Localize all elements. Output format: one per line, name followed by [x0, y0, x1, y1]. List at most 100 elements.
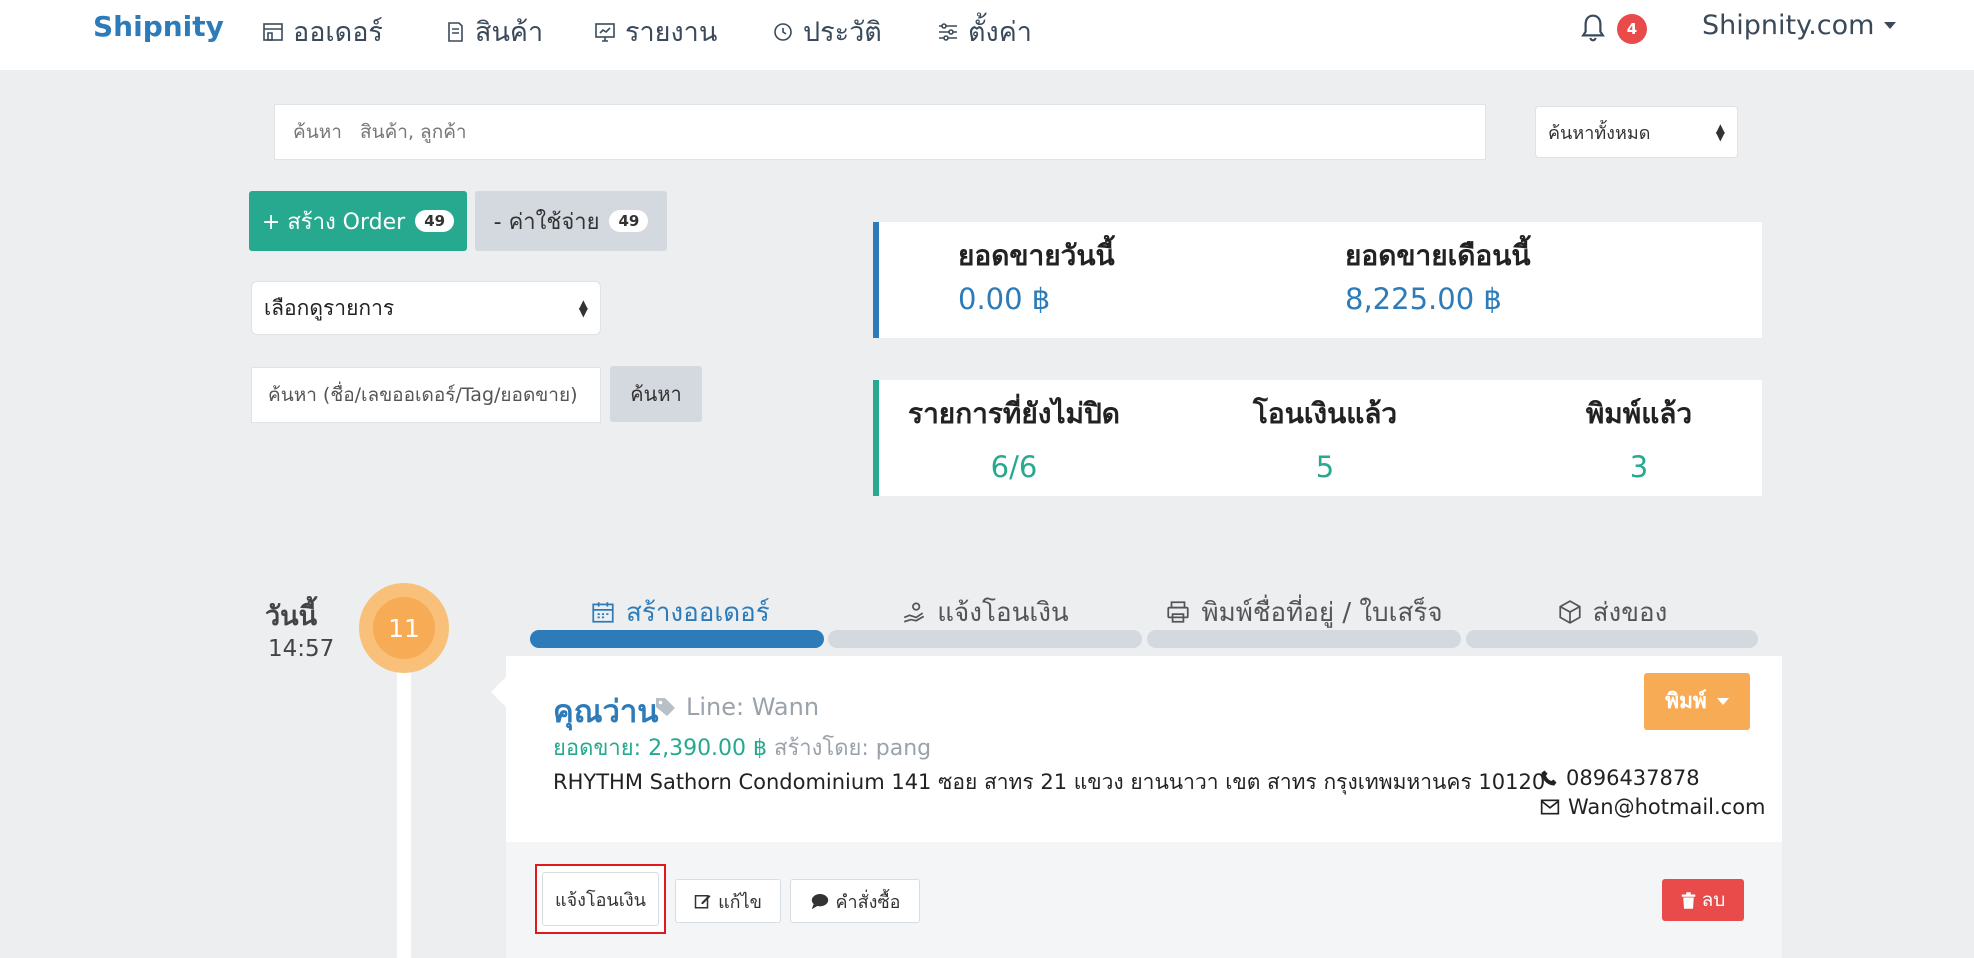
store-icon	[263, 22, 283, 41]
chevron-down-icon	[1884, 22, 1897, 29]
step-notify-payment[interactable]: แจ้งโอนเงิน	[828, 592, 1142, 632]
account-name: Shipnity.com	[1702, 10, 1875, 41]
nav-settings-label: ตั้งค่า	[968, 17, 1032, 48]
timeline-line	[397, 660, 411, 958]
updown-arrow-icon: ▲ ▼	[578, 297, 588, 319]
notification-badge: 4	[1617, 14, 1647, 44]
view-filter-select[interactable]: เลือกดูรายการ ▲ ▼	[251, 281, 601, 335]
create-order-count: 49	[415, 210, 455, 232]
order-created-by: สร้างโดย: pang	[774, 736, 932, 761]
step-ship[interactable]: ส่งของ	[1466, 592, 1758, 632]
sales-month-label: ยอดขายเดือนนี้	[1345, 239, 1531, 272]
step-progress-notify	[828, 630, 1142, 648]
step-print-address-label: พิมพ์ชื่อที่อยู่ / ใบเสร็จ	[1201, 597, 1443, 628]
timeline-day-label: วันนี้	[265, 601, 318, 632]
order-search-placeholder: ค้นหา (ชื่อ/เลขออเดอร์/Tag/ยอดขาย)	[268, 384, 578, 406]
chevron-down-icon	[1716, 698, 1729, 705]
status-open[interactable]: รายการที่ยังไม่ปิด 6/6	[899, 392, 1129, 484]
phone-icon	[1541, 770, 1557, 786]
order-phone: 0896437878	[1540, 766, 1700, 790]
notify-payment-button[interactable]: แจ้งโอนเงิน	[542, 872, 659, 926]
nav-products-label: สินค้า	[475, 17, 544, 48]
status-open-label: รายการที่ยังไม่ปิด	[908, 397, 1120, 430]
status-paid-label: โอนเงินแล้ว	[1252, 397, 1398, 430]
step-progress-ship	[1466, 630, 1758, 648]
status-paid-value: 5	[1315, 450, 1335, 484]
create-order-label: + สร้าง Order	[261, 209, 406, 235]
order-sale-line: ยอดขาย: 2,390.00 ฿ สร้างโดย: pang	[553, 730, 931, 765]
customer-tag-text: Line: Wann	[686, 693, 820, 721]
search-scope-select[interactable]: ค้นหาทั้งหมด ▲ ▼	[1535, 106, 1738, 158]
brand-logo[interactable]: Shipnity	[93, 10, 224, 43]
sales-today-value: 0.00 ฿	[958, 282, 1051, 316]
timeline-time: 14:57	[268, 636, 335, 662]
timeline-day-circle: 11	[359, 583, 449, 673]
order-email: Wan@hotmail.com	[1540, 795, 1766, 819]
status-printed-label: พิมพ์แล้ว	[1585, 397, 1693, 430]
expense-label: - ค่าใช้จ่าย	[493, 209, 600, 235]
edit-button-label: แก้ไข	[718, 891, 762, 913]
nav-reports-label: รายงาน	[625, 17, 718, 48]
notify-payment-highlight: แจ้งโอนเงิน	[535, 864, 666, 934]
status-printed[interactable]: พิมพ์แล้ว 3	[1559, 392, 1719, 484]
nav-history-label: ประวัติ	[803, 17, 882, 48]
nav-reports[interactable]: รายงาน	[593, 10, 717, 53]
order-address: RHYTHM Sathorn Condominium 141 ซอย สาทร …	[553, 770, 1546, 794]
order-sale-amount: ยอดขาย: 2,390.00 ฿	[553, 736, 768, 761]
sliders-icon	[939, 22, 957, 41]
order-phone-number: 0896437878	[1566, 766, 1700, 790]
step-print-address[interactable]: พิมพ์ชื่อที่อยู่ / ใบเสร็จ	[1147, 592, 1461, 632]
sales-today-label: ยอดขายวันนี้	[958, 239, 1115, 272]
delete-button-label: ลบ	[1701, 889, 1726, 911]
step-ship-label: ส่งของ	[1592, 597, 1668, 628]
sales-summary-panel: ยอดขายวันนี้ 0.00 ฿ ยอดขายเดือนนี้ 8,225…	[873, 222, 1762, 338]
global-search-input[interactable]: ค้นหา สินค้า, ลูกค้า	[274, 104, 1486, 160]
step-progress-create	[530, 630, 824, 648]
purchase-order-button[interactable]: คำสั่งซื้อ	[790, 879, 920, 923]
calendar-icon	[592, 602, 614, 623]
nav-history[interactable]: ประวัติ	[771, 10, 882, 53]
edit-button[interactable]: แก้ไข	[675, 879, 781, 923]
status-paid[interactable]: โอนเงินแล้ว 5	[1225, 392, 1425, 484]
updown-arrow-icon: ▲ ▼	[1715, 121, 1725, 143]
hand-money-icon	[904, 602, 925, 623]
nav-orders[interactable]: ออเดอร์	[261, 10, 383, 53]
sales-month-value: 8,225.00 ฿	[1345, 282, 1502, 316]
timeline-day-number: 11	[373, 597, 435, 659]
search-scope-value: ค้นหาทั้งหมด	[1548, 122, 1651, 144]
delete-button[interactable]: ลบ	[1662, 879, 1744, 921]
nav-products[interactable]: สินค้า	[443, 10, 543, 53]
step-progress-print	[1147, 630, 1461, 648]
status-open-value: 6/6	[990, 450, 1038, 484]
customer-name[interactable]: คุณว่าน	[553, 686, 659, 736]
edit-icon	[694, 895, 711, 909]
print-dropdown-button[interactable]: พิมพ์	[1644, 673, 1750, 730]
step-create-order-label: สร้างออเดอร์	[626, 597, 770, 628]
envelope-icon	[1540, 799, 1560, 815]
create-order-button[interactable]: + สร้าง Order 49	[249, 191, 467, 251]
global-search-placeholder: ค้นหา สินค้า, ลูกค้า	[293, 121, 467, 143]
tag-icon	[656, 698, 675, 716]
account-menu[interactable]: Shipnity.com	[1702, 10, 1897, 41]
status-printed-value: 3	[1629, 450, 1649, 484]
view-filter-value: เลือกดูรายการ	[264, 295, 395, 320]
monitor-icon	[595, 22, 615, 42]
box-icon	[448, 21, 463, 42]
print-button-label: พิมพ์	[1665, 689, 1707, 713]
order-search-input[interactable]: ค้นหา (ชื่อ/เลขออเดอร์/Tag/ยอดขาย)	[251, 367, 601, 423]
search-button[interactable]: ค้นหา	[610, 366, 702, 422]
order-email-address: Wan@hotmail.com	[1568, 795, 1766, 819]
package-icon	[1559, 600, 1581, 624]
card-pointer	[491, 677, 506, 707]
expense-count: 49	[609, 210, 649, 232]
trash-icon	[1681, 891, 1695, 909]
comment-icon	[811, 894, 828, 910]
printer-icon	[1167, 601, 1190, 623]
bell-icon[interactable]	[1578, 12, 1608, 44]
purchase-order-label: คำสั่งซื้อ	[835, 891, 901, 913]
history-icon	[774, 22, 792, 41]
nav-orders-label: ออเดอร์	[293, 17, 383, 48]
customer-tag: Line: Wann	[654, 693, 819, 721]
nav-settings[interactable]: ตั้งค่า	[936, 10, 1032, 53]
expense-button[interactable]: - ค่าใช้จ่าย 49	[475, 191, 667, 251]
